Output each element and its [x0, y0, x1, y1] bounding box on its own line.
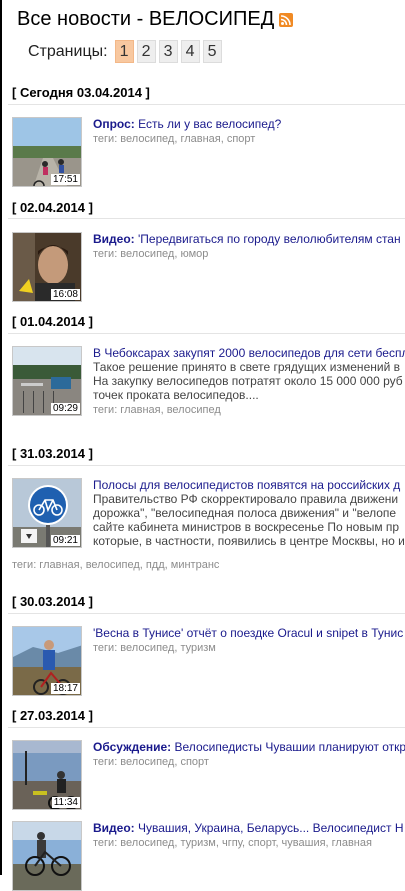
- tags-line: теги: велосипед, главная, спорт: [93, 133, 256, 145]
- page-link-4[interactable]: 4: [180, 40, 200, 63]
- tags-line: теги: велосипед, туризм: [93, 642, 216, 654]
- tags-line: теги: главная, велосипед, пдд, минтранс: [12, 559, 220, 571]
- rss-icon[interactable]: [279, 13, 294, 27]
- headline-text: 'Передвигаться по городу велолюбителям с…: [134, 232, 401, 246]
- page-link-3[interactable]: 3: [158, 40, 178, 63]
- news-description-line: дорожка", "велосипедная полоса движения"…: [93, 506, 397, 520]
- news-item: 09:21 Полосы для велосипедистов появятся…: [12, 478, 405, 550]
- date-heading: [ 30.03.2014 ]: [12, 594, 93, 609]
- news-headline-link[interactable]: 'Весна в Тунисе' отчёт о поездке Oracul …: [93, 626, 405, 640]
- headline-prefix: Видео:: [93, 232, 135, 246]
- page-link-1[interactable]: 1: [114, 40, 134, 63]
- headline-prefix: Видео:: [93, 821, 135, 835]
- news-headline-link[interactable]: Полосы для велосипедистов появятся на ро…: [93, 478, 405, 492]
- news-item: 16:08 Видео: 'Передвигаться по городу ве…: [12, 232, 405, 304]
- date-heading: [ 01.04.2014 ]: [12, 314, 93, 329]
- video-duration: 09:29: [50, 403, 80, 414]
- news-description-line: На закупку велосипедов потратят около 15…: [93, 374, 403, 388]
- tags-line: теги: велосипед, спорт: [93, 756, 209, 768]
- divider: [8, 727, 405, 728]
- pagination-label: Страницы:: [28, 42, 108, 60]
- news-description-line: Правительство РФ скорректировало правила…: [93, 492, 399, 506]
- news-description-line: Такое решение принято в свете грядущих и…: [93, 360, 400, 374]
- news-description-line: точек проката велосипедов....: [93, 388, 259, 402]
- divider: [8, 218, 405, 219]
- divider: [8, 613, 405, 614]
- page-title: Все новости - ВЕЛОСИПЕД: [17, 7, 275, 30]
- news-headline-link[interactable]: В Чебоксарах закупят 2000 велосипедов дл…: [93, 346, 405, 360]
- news-headline-link[interactable]: Видео: Чувашия, Украина, Беларусь... Вел…: [93, 821, 405, 835]
- news-item: Видео: Чувашия, Украина, Беларусь... Вел…: [12, 821, 405, 891]
- headline-prefix: Обсуждение:: [93, 740, 172, 754]
- left-border: [0, 0, 2, 875]
- news-description-line: которые, в частности, появились в центре…: [93, 534, 405, 548]
- video-thumbnail[interactable]: 09:21: [12, 478, 82, 548]
- news-headline-link[interactable]: Опрос: Есть ли у вас велосипед?: [93, 117, 405, 131]
- page-header: Все новости - ВЕЛОСИПЕД: [17, 4, 294, 34]
- video-duration: 17:51: [50, 174, 80, 185]
- headline-text: Есть ли у вас велосипед?: [134, 117, 282, 131]
- video-thumbnail[interactable]: 09:29: [12, 346, 82, 416]
- news-item: 09:29 В Чебоксарах закупят 2000 велосипе…: [12, 346, 405, 418]
- thumbnail-image: [13, 822, 81, 890]
- video-duration: 11:34: [51, 797, 80, 808]
- news-headline-link[interactable]: Видео: 'Передвигаться по городу велолюби…: [93, 232, 405, 246]
- headline-text: Велосипедисты Чувашии планируют откр: [171, 740, 405, 754]
- video-thumbnail[interactable]: 17:51: [12, 117, 82, 187]
- date-heading: [ 31.03.2014 ]: [12, 446, 93, 461]
- tags-line: теги: главная, велосипед: [93, 404, 221, 416]
- video-duration: 16:08: [50, 289, 80, 300]
- divider: [8, 104, 405, 105]
- video-thumbnail[interactable]: 11:34: [12, 740, 82, 810]
- video-thumbnail[interactable]: [12, 821, 82, 891]
- date-heading: [ 27.03.2014 ]: [12, 708, 93, 723]
- tags-line: теги: велосипед, юмор: [93, 248, 209, 260]
- headline-text: Чувашия, Украина, Беларусь... Велосипеди…: [134, 821, 404, 835]
- date-heading: [ 02.04.2014 ]: [12, 200, 93, 215]
- video-thumbnail[interactable]: 18:17: [12, 626, 82, 696]
- pagination: Страницы: 1 2 3 4 5: [28, 40, 222, 63]
- news-description-line: сайте кабинета министров в воскресенье П…: [93, 520, 400, 534]
- headline-prefix: Опрос:: [93, 117, 135, 131]
- news-headline-link[interactable]: Обсуждение: Велосипедисты Чувашии планир…: [93, 740, 405, 754]
- video-duration: 18:17: [50, 683, 80, 694]
- tags-line: теги: велосипед, туризм, чгпу, спорт, чу…: [93, 837, 372, 849]
- news-item: 18:17 'Весна в Тунисе' отчёт о поездке O…: [12, 626, 405, 698]
- date-heading: [ Сегодня 03.04.2014 ]: [12, 85, 150, 100]
- news-item: 11:34 Обсуждение: Велосипедисты Чувашии …: [12, 740, 405, 812]
- page-link-2[interactable]: 2: [136, 40, 156, 63]
- divider: [8, 333, 405, 334]
- video-thumbnail[interactable]: 16:08: [12, 232, 82, 302]
- divider: [8, 465, 405, 466]
- video-duration: 09:21: [50, 535, 80, 546]
- page-link-5[interactable]: 5: [202, 40, 222, 63]
- news-item: 17:51 Опрос: Есть ли у вас велосипед? те…: [12, 117, 405, 189]
